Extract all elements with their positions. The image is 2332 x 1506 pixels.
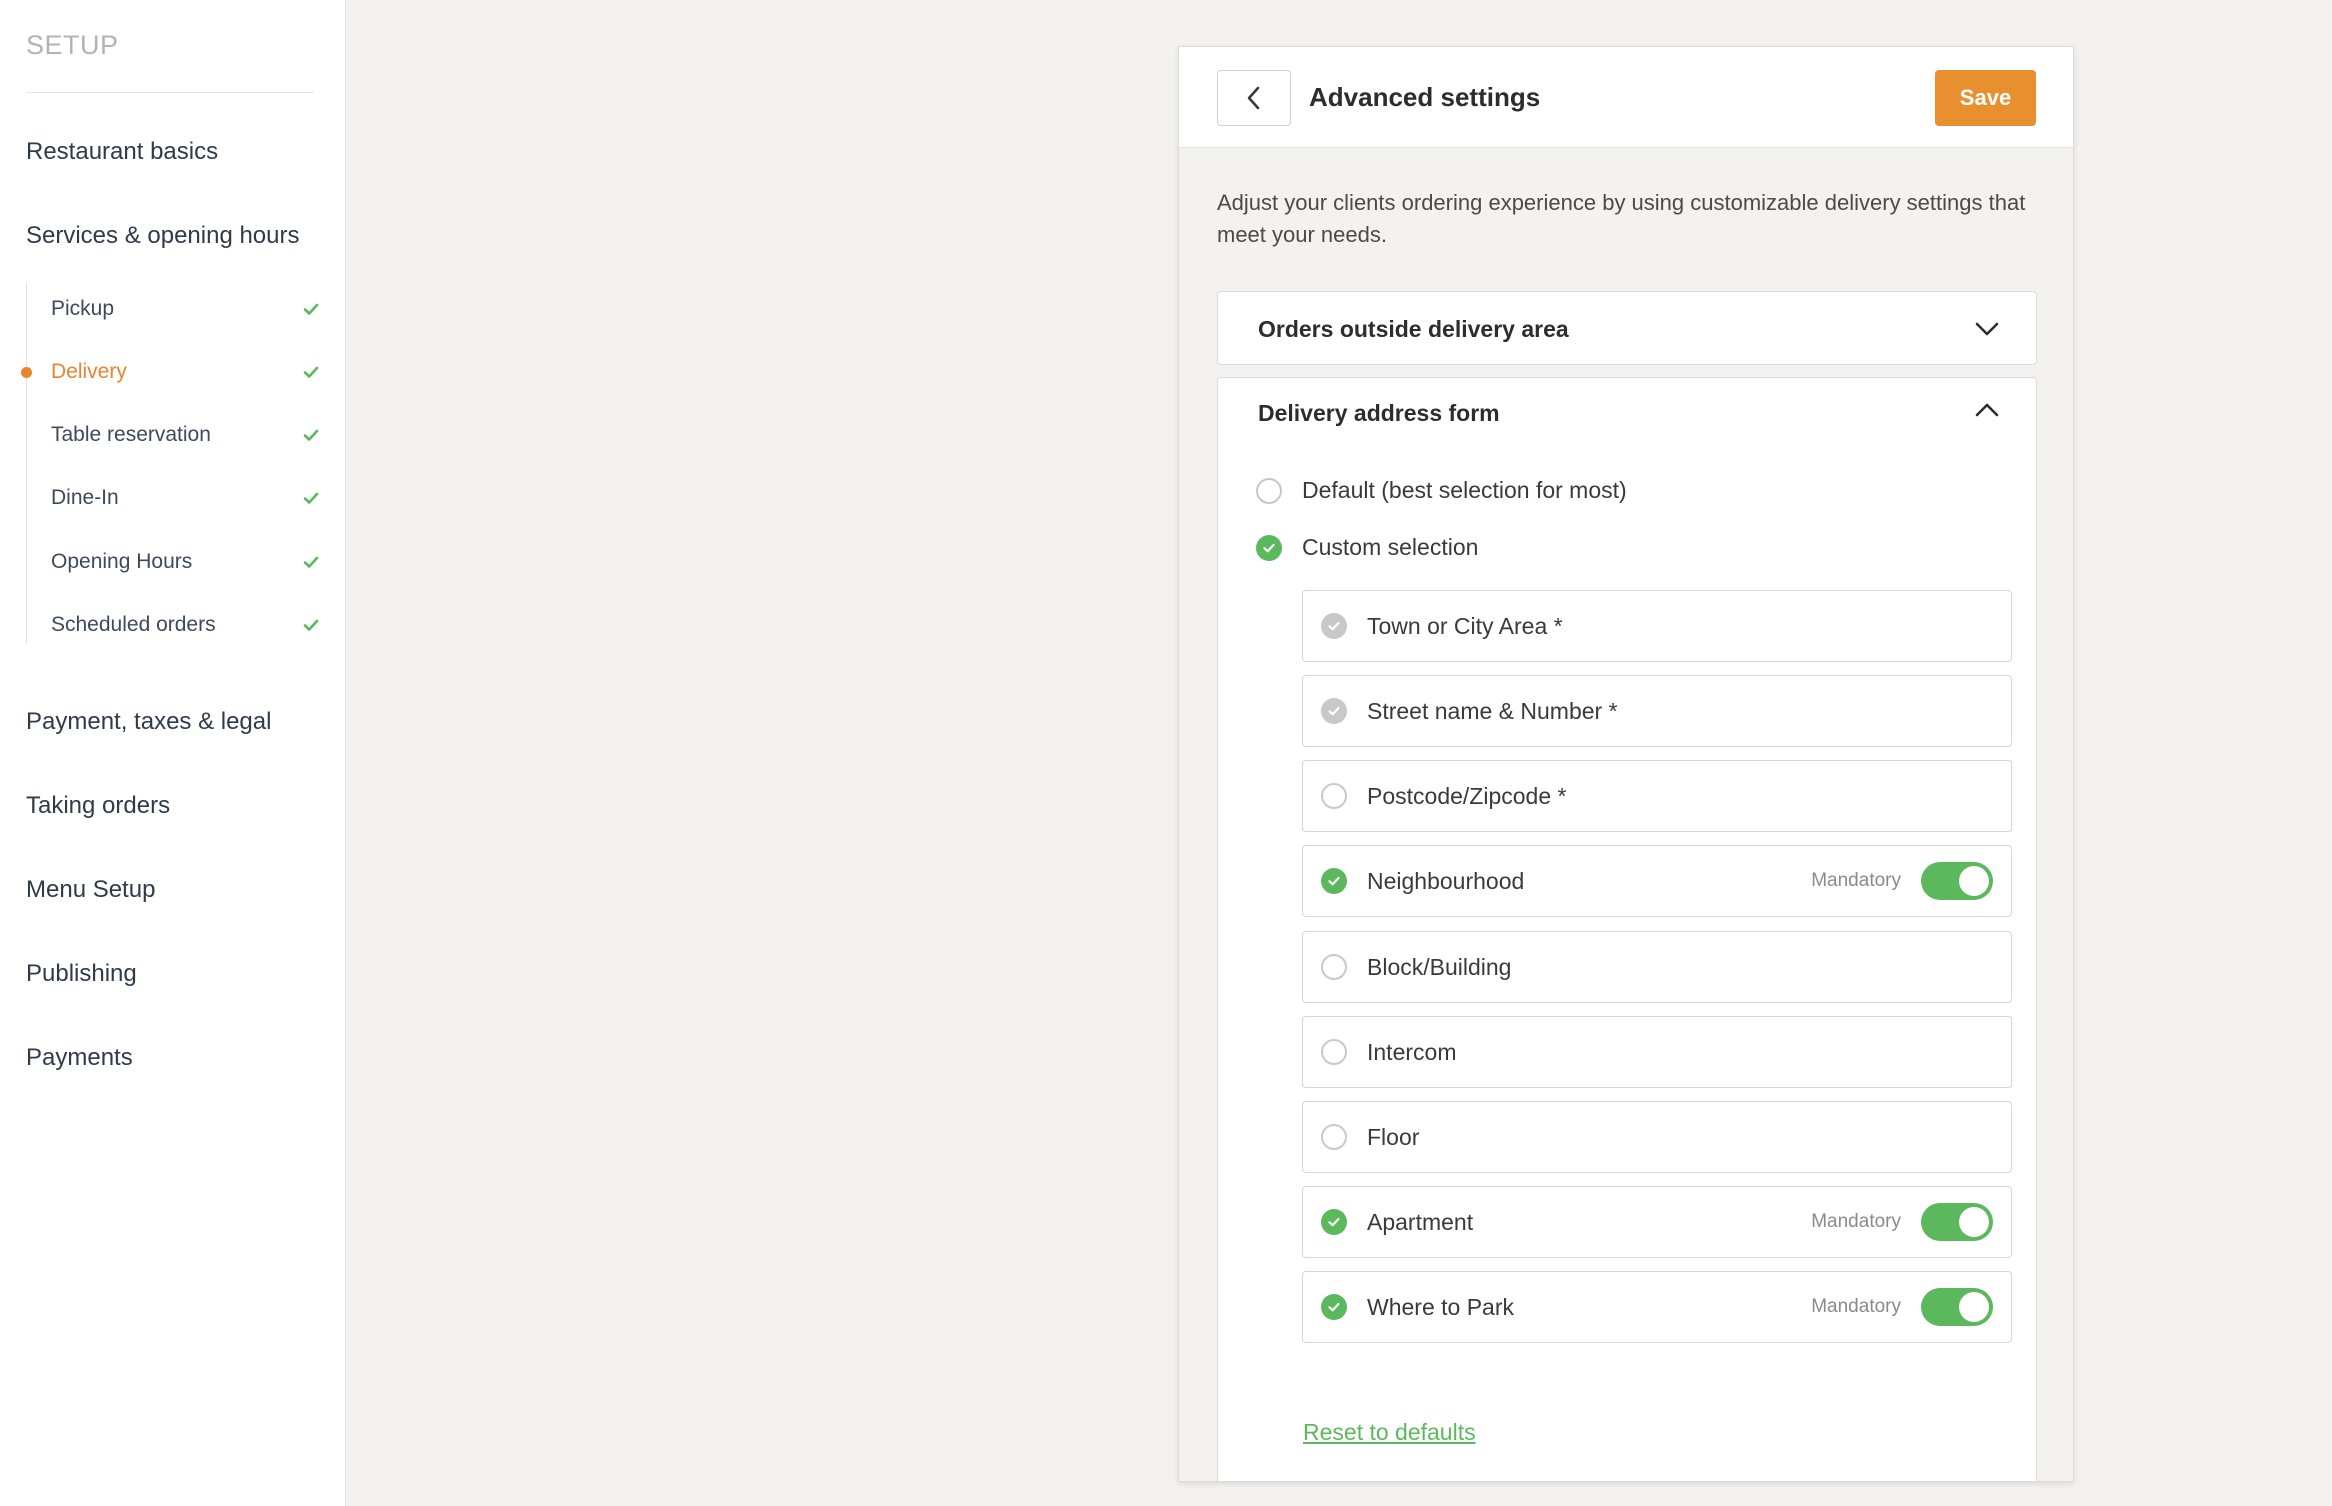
field-row-floor: Floor bbox=[1302, 1101, 2012, 1173]
sidebar-subitem-delivery[interactable]: Delivery bbox=[21, 352, 321, 392]
field-row-where-to-park: Where to Park Mandatory bbox=[1302, 1271, 2012, 1343]
check-icon bbox=[303, 366, 319, 378]
mandatory-label: Mandatory bbox=[1811, 1296, 1901, 1317]
sidebar-subitem-label: Delivery bbox=[51, 360, 127, 383]
radio-custom-selection[interactable]: Custom selection bbox=[1256, 534, 1478, 561]
chevron-up-icon[interactable] bbox=[1974, 397, 2000, 423]
page-title: Advanced settings bbox=[1309, 82, 1541, 112]
field-label: Where to Park bbox=[1367, 1293, 1514, 1320]
field-checkbox[interactable] bbox=[1321, 1039, 1347, 1065]
toggle-knob bbox=[1959, 866, 1989, 896]
sidebar-subitem-dine-in[interactable]: Dine-In bbox=[51, 478, 321, 518]
field-row-postcode-zipcode: Postcode/Zipcode * bbox=[1302, 760, 2012, 832]
sidebar-item-menu-setup[interactable]: Menu Setup bbox=[26, 876, 155, 904]
accordion-title: Delivery address form bbox=[1258, 400, 1500, 426]
check-icon bbox=[1328, 1302, 1340, 1312]
check-icon bbox=[303, 429, 319, 441]
field-checkbox-checked[interactable] bbox=[1321, 1209, 1347, 1235]
field-label: Apartment bbox=[1367, 1208, 1474, 1235]
sidebar-subitem-label: Dine-In bbox=[51, 486, 119, 509]
accordion-title: Orders outside delivery area bbox=[1258, 316, 1569, 342]
sidebar-item-publishing[interactable]: Publishing bbox=[26, 960, 137, 988]
panel-description: Adjust your clients ordering experience … bbox=[1217, 190, 2026, 247]
field-row-intercom: Intercom bbox=[1302, 1016, 2012, 1088]
back-button[interactable] bbox=[1217, 70, 1291, 126]
mandatory-label: Mandatory bbox=[1811, 870, 1901, 891]
accordion-delivery-address-form: Delivery address form Default (best sele… bbox=[1217, 377, 2037, 1481]
sidebar-subitem-label: Table reservation bbox=[51, 423, 211, 446]
field-checkbox[interactable] bbox=[1321, 783, 1347, 809]
sidebar-subitem-scheduled-orders[interactable]: Scheduled orders bbox=[51, 605, 321, 645]
reset-to-defaults-link[interactable]: Reset to defaults bbox=[1303, 1419, 1476, 1446]
field-checkbox[interactable] bbox=[1321, 954, 1347, 980]
field-checkbox-checked[interactable] bbox=[1321, 868, 1347, 894]
sidebar-item-taking-orders[interactable]: Taking orders bbox=[26, 792, 170, 820]
field-label: Postcode/Zipcode * bbox=[1367, 782, 1567, 809]
radio-button-selected[interactable] bbox=[1256, 534, 1282, 561]
field-label: Town or City Area * bbox=[1367, 612, 1563, 639]
mandatory-toggle[interactable] bbox=[1921, 1203, 1993, 1241]
field-checkbox-locked bbox=[1321, 613, 1347, 639]
radio-button[interactable] bbox=[1256, 477, 1282, 504]
check-icon bbox=[1328, 621, 1340, 631]
mandatory-label: Mandatory bbox=[1811, 1211, 1901, 1232]
sidebar-subitem-opening-hours[interactable]: Opening Hours bbox=[51, 542, 321, 582]
field-label: Street name & Number * bbox=[1367, 697, 1618, 724]
check-icon bbox=[1328, 706, 1340, 716]
chevron-down-icon[interactable] bbox=[1974, 316, 2000, 342]
toggle-knob bbox=[1959, 1207, 1989, 1237]
save-button[interactable]: Save bbox=[1935, 70, 2036, 126]
radio-label: Default (best selection for most) bbox=[1302, 477, 1627, 503]
advanced-settings-panel: Advanced settings Save Adjust your clien… bbox=[1178, 46, 2074, 1482]
chevron-left-icon bbox=[1247, 86, 1260, 110]
active-indicator-dot bbox=[21, 367, 32, 378]
sidebar-item-payments[interactable]: Payments bbox=[26, 1044, 133, 1072]
check-icon bbox=[1328, 1217, 1340, 1227]
sidebar-subitem-label: Pickup bbox=[51, 297, 115, 320]
check-icon bbox=[1263, 543, 1275, 552]
sidebar-subitem-pickup[interactable]: Pickup bbox=[51, 289, 321, 329]
accordion-orders-outside-delivery-area[interactable]: Orders outside delivery area bbox=[1217, 291, 2037, 365]
field-label: Floor bbox=[1367, 1123, 1420, 1150]
field-row-street-name-number: Street name & Number * bbox=[1302, 675, 2012, 747]
mandatory-toggle[interactable] bbox=[1921, 1288, 1993, 1326]
sidebar-item-restaurant-basics[interactable]: Restaurant basics bbox=[26, 138, 218, 166]
check-icon bbox=[1328, 876, 1340, 886]
field-checkbox-locked bbox=[1321, 698, 1347, 724]
field-checkbox[interactable] bbox=[1321, 1124, 1347, 1150]
radio-default-selection[interactable]: Default (best selection for most) bbox=[1256, 477, 1627, 504]
mandatory-toggle[interactable] bbox=[1921, 862, 1993, 900]
check-icon bbox=[303, 619, 319, 631]
sidebar-subitem-table-reservation[interactable]: Table reservation bbox=[51, 415, 321, 455]
sidebar: SETUP Restaurant basics Services & openi… bbox=[0, 0, 346, 1506]
check-icon bbox=[303, 556, 319, 568]
check-icon bbox=[303, 492, 319, 504]
radio-label: Custom selection bbox=[1302, 534, 1479, 560]
field-label: Neighbourhood bbox=[1367, 867, 1525, 894]
field-row-town-city-area: Town or City Area * bbox=[1302, 590, 2012, 662]
sidebar-divider bbox=[26, 92, 314, 93]
sidebar-title: SETUP bbox=[26, 30, 119, 60]
panel-header: Advanced settings Save bbox=[1179, 47, 2073, 148]
field-row-block-building: Block/Building bbox=[1302, 931, 2012, 1003]
field-label: Block/Building bbox=[1367, 953, 1512, 980]
field-row-apartment: Apartment Mandatory bbox=[1302, 1186, 2012, 1258]
toggle-knob bbox=[1959, 1292, 1989, 1322]
field-checkbox-checked[interactable] bbox=[1321, 1294, 1347, 1320]
field-row-neighbourhood: Neighbourhood Mandatory bbox=[1302, 845, 2012, 917]
check-icon bbox=[303, 303, 319, 315]
sidebar-item-payment-taxes-legal[interactable]: Payment, taxes & legal bbox=[26, 708, 271, 736]
sidebar-item-services-opening-hours[interactable]: Services & opening hours bbox=[26, 222, 300, 250]
sidebar-subitem-label: Opening Hours bbox=[51, 550, 193, 573]
field-label: Intercom bbox=[1367, 1038, 1457, 1065]
sidebar-subnav: Pickup Delivery Table reservation Dine-I… bbox=[21, 282, 321, 645]
sidebar-subitem-label: Scheduled orders bbox=[51, 613, 216, 636]
